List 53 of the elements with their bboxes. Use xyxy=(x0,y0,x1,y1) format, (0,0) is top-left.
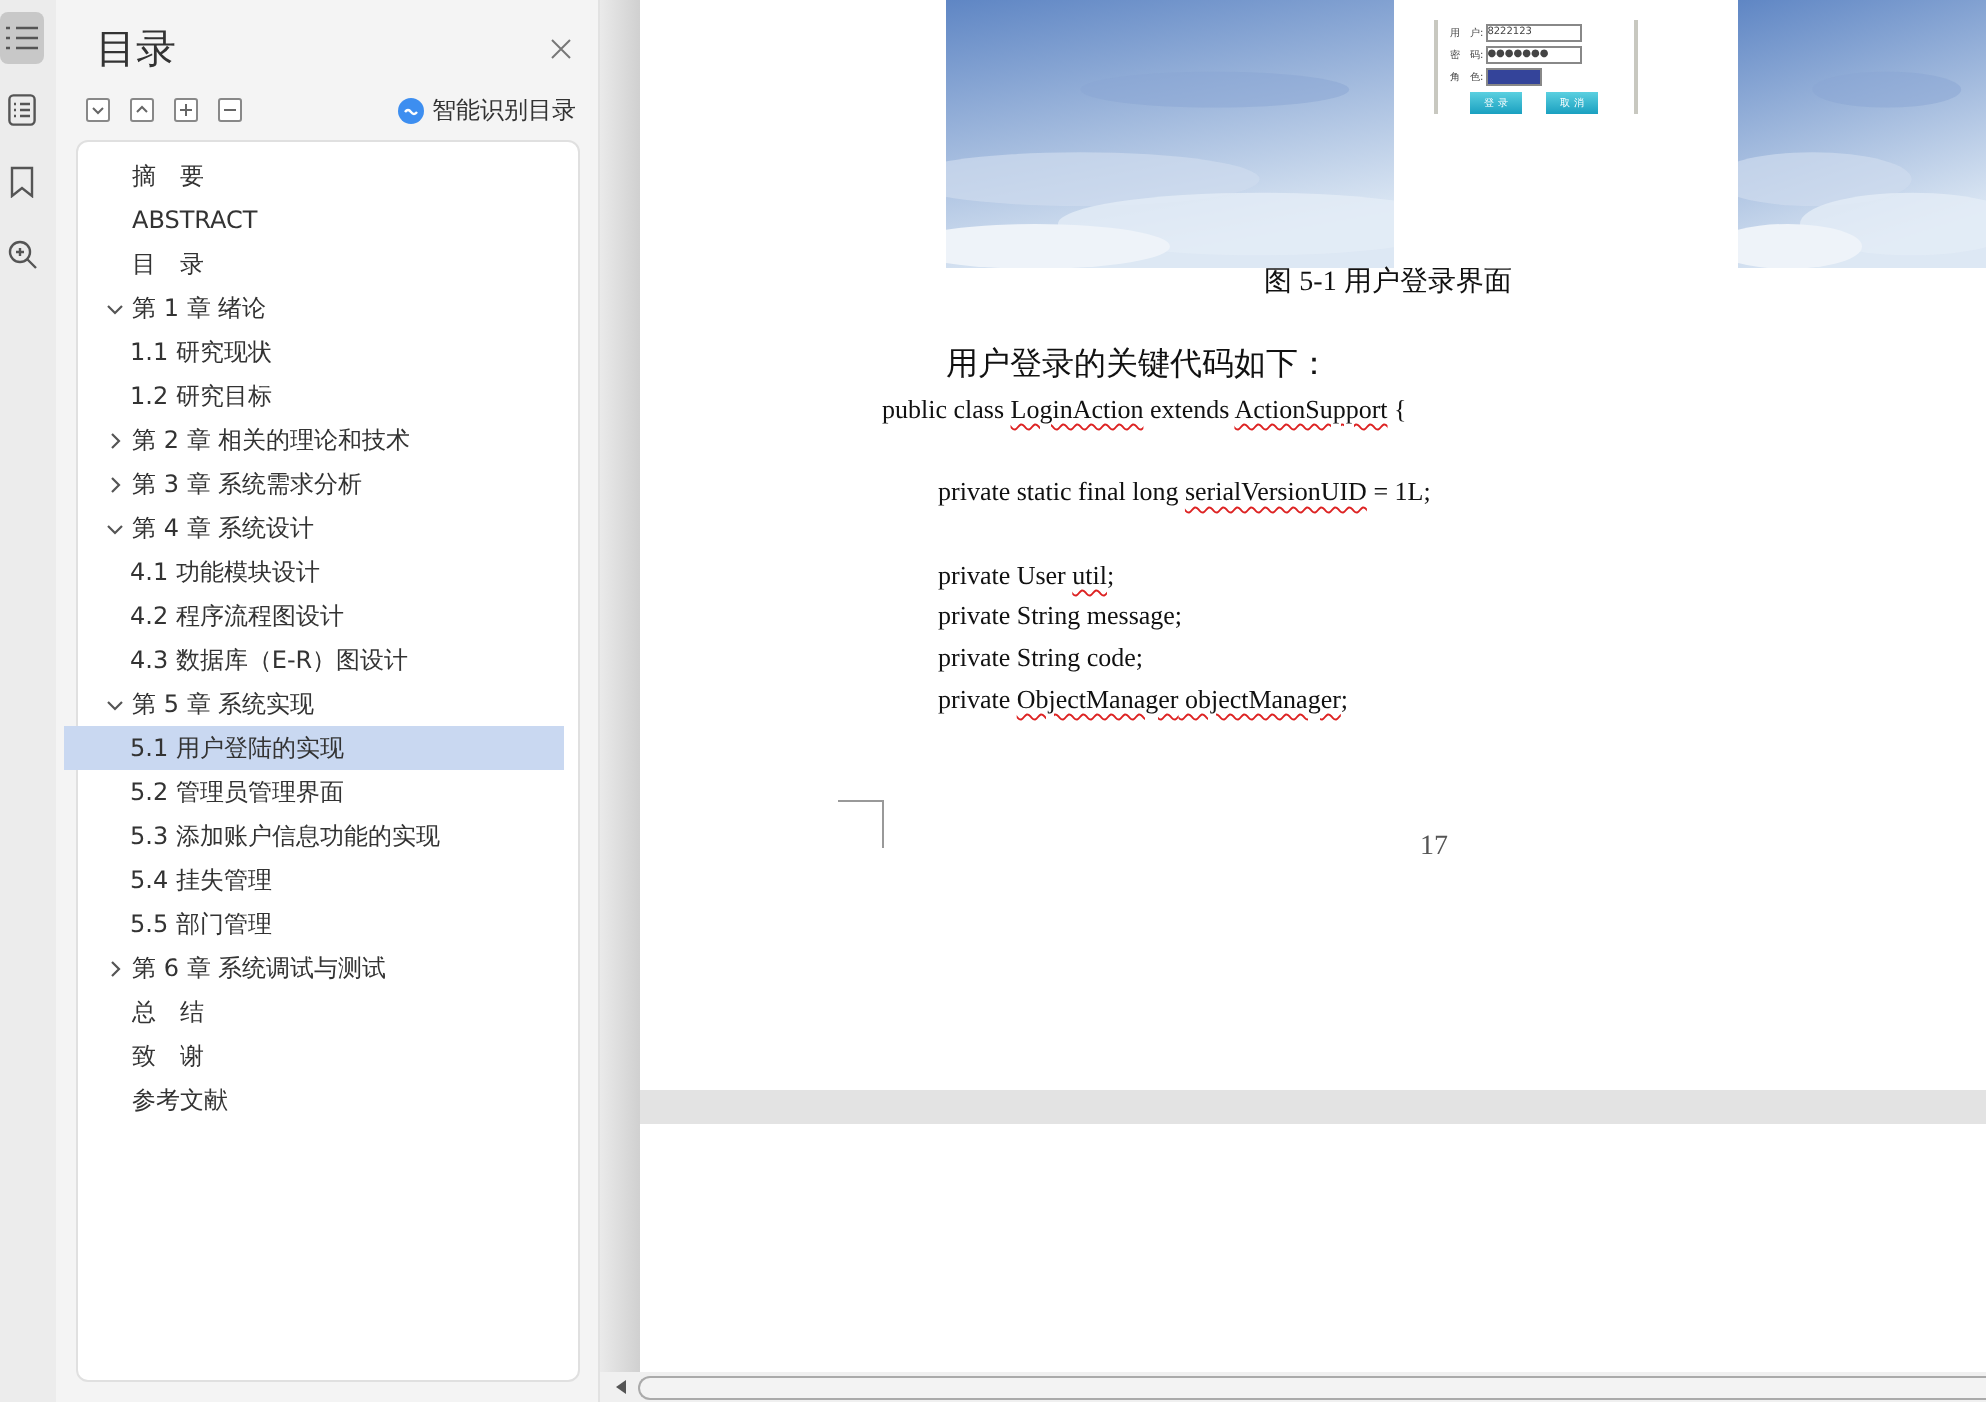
toc-item[interactable]: 5.4 挂失管理 xyxy=(64,858,564,902)
code-line: private ObjectManager objectManager; xyxy=(936,683,1351,718)
panel-title: 目录 xyxy=(96,21,176,75)
code-line: private String message; xyxy=(936,600,1185,635)
horizontal-scrollbar[interactable] xyxy=(600,1372,1986,1402)
toc-item[interactable]: 第 3 章 系统需求分析 xyxy=(98,462,564,506)
toc-item[interactable]: 5.2 管理员管理界面 xyxy=(64,770,564,814)
toc-item[interactable]: 1.1 研究现状 xyxy=(64,330,564,374)
toc-item[interactable]: 1.2 研究目标 xyxy=(64,374,564,418)
remove-level-icon[interactable] xyxy=(218,98,242,122)
toc-item[interactable]: 第 4 章 系统设计 xyxy=(98,506,564,550)
scrollbar-thumb[interactable] xyxy=(638,1375,1986,1399)
figure-caption: 图 5-1 用户登录界面 xyxy=(1264,264,1512,300)
chevron-right-icon[interactable] xyxy=(106,959,124,977)
list-icon xyxy=(6,24,38,52)
paragraph: 用户登录的关键代码如下： xyxy=(946,344,1332,386)
page-number: 17 xyxy=(1420,832,1448,864)
chevron-right-icon[interactable] xyxy=(106,431,124,449)
scroll-left-icon[interactable] xyxy=(616,1380,626,1394)
toc-item[interactable]: 致 谢 xyxy=(98,1034,564,1078)
document-list-icon xyxy=(8,94,36,126)
toc-item[interactable]: 4.2 程序流程图设计 xyxy=(64,594,564,638)
toc-item[interactable]: 第 6 章 系统调试与测试 xyxy=(98,946,564,990)
corner-mark xyxy=(838,800,884,848)
toc-item[interactable]: 第 2 章 相关的理论和技术 xyxy=(98,418,564,462)
close-icon[interactable] xyxy=(550,37,572,59)
chevron-right-icon[interactable] xyxy=(106,475,124,493)
toc-item[interactable]: 5.5 部门管理 xyxy=(64,902,564,946)
code-line: public class LoginAction extends ActionSupport { xyxy=(882,394,1409,428)
toc-item[interactable]: 参考文献 xyxy=(98,1078,564,1122)
expand-all-icon[interactable] xyxy=(86,98,110,122)
toc-item[interactable]: 第 5 章 系统实现 xyxy=(98,682,564,726)
toc-item[interactable]: 总 结 xyxy=(98,990,564,1034)
toc-tab[interactable] xyxy=(0,12,44,64)
toc-item[interactable]: 5.1 用户登陆的实现 xyxy=(64,726,564,770)
code-line: private String code; xyxy=(936,642,1146,677)
toc-item[interactable]: 第 1 章 绪论 xyxy=(98,286,564,330)
toc-item[interactable]: 5.3 添加账户信息功能的实现 xyxy=(64,814,564,858)
chevron-down-icon[interactable] xyxy=(106,299,124,317)
search-icon xyxy=(7,239,37,269)
toc-item[interactable]: 摘 要 xyxy=(98,154,564,198)
toc-item[interactable]: 4.1 功能模块设计 xyxy=(64,550,564,594)
chevron-down-icon[interactable] xyxy=(106,519,124,537)
chevron-down-icon[interactable] xyxy=(106,695,124,713)
bookmark-icon xyxy=(10,166,34,198)
smart-toc-button[interactable]: 智能识别目录 xyxy=(398,93,576,127)
toc-item[interactable]: 目 录 xyxy=(98,242,564,286)
toc-item[interactable]: 4.3 数据库（E-R）图设计 xyxy=(64,638,564,682)
code-line: private User util; xyxy=(936,559,1117,594)
code-line: private static final long serialVersionUID = 1L; xyxy=(936,476,1433,511)
add-level-icon[interactable] xyxy=(174,98,198,122)
collapse-all-icon[interactable] xyxy=(130,98,154,122)
toc-item[interactable]: ABSTRACT xyxy=(98,198,564,242)
